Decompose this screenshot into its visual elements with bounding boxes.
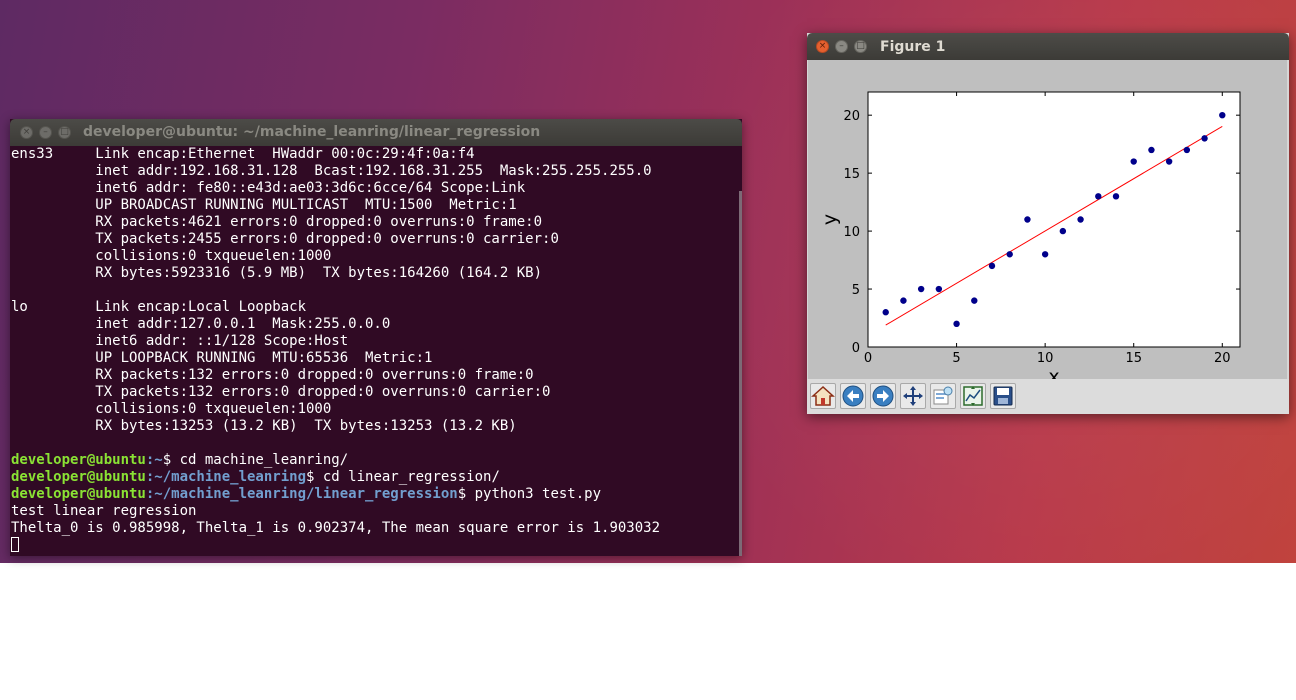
x-tick-label: 20: [1214, 351, 1231, 366]
minimize-icon[interactable]: –: [39, 126, 52, 139]
prompt-path: :~: [145, 452, 163, 468]
prompt-command: $ python3 test.py: [457, 486, 602, 502]
terminal-line: inet addr:127.0.0.1 Mask:255.0.0.0: [11, 316, 391, 332]
zoom-button[interactable]: [930, 383, 956, 409]
close-icon[interactable]: ×: [816, 40, 829, 53]
plot-canvas[interactable]: 0 5 10 15 20 0 5 10 15 20 y x: [808, 60, 1287, 379]
prompt-line: developer@ubuntu:~$ cd machine_leanring/: [11, 452, 348, 469]
prompt-path: :~/machine_leanring: [145, 469, 307, 485]
y-tick-label: 0: [852, 341, 860, 356]
data-point: [1183, 146, 1191, 154]
figure-window[interactable]: × – □ Figure 1 0 5 10 15 20 0 5 10 15 20 y x: [807, 33, 1289, 414]
terminal-line: RX packets:4621 errors:0 dropped:0 overr…: [11, 214, 543, 230]
x-tick-label: 10: [1037, 351, 1054, 366]
prompt-user: developer@ubuntu: [11, 469, 146, 485]
prompt-command: $ cd machine_leanring/: [162, 452, 349, 468]
data-point: [1006, 251, 1013, 258]
terminal-line: RX bytes:13253 (13.2 KB) TX bytes:13253 …: [11, 418, 517, 434]
prompt-line: developer@ubuntu:~/machine_leanring/line…: [11, 486, 601, 503]
data-point: [900, 297, 907, 304]
terminal-output[interactable]: ens33 Link encap:Ethernet HWaddr 00:0c:2…: [10, 146, 742, 556]
terminal-line: TX packets:2455 errors:0 dropped:0 overr…: [11, 231, 559, 247]
terminal-line: inet6 addr: fe80::e43d:ae03:3d6c:6cce/64…: [11, 180, 526, 196]
figure-toolbar: [807, 379, 1289, 414]
data-point: [1165, 158, 1173, 165]
data-point: [1059, 227, 1067, 235]
y-tick-label: 15: [843, 167, 860, 182]
terminal-line: RX bytes:5923316 (5.9 MB) TX bytes:16426…: [11, 265, 543, 281]
y-tick-label: 5: [852, 283, 860, 298]
home-icon: [811, 385, 835, 406]
close-icon[interactable]: ×: [20, 126, 33, 139]
terminal-title: developer@ubuntu: ~/machine_leanring/lin…: [83, 124, 541, 140]
terminal-line: inet addr:192.168.31.128 Bcast:192.168.3…: [11, 163, 652, 179]
x-tick-label: 5: [952, 351, 960, 366]
back-button[interactable]: [840, 383, 866, 409]
subplots-button[interactable]: [960, 383, 986, 409]
home-button[interactable]: [810, 383, 836, 409]
terminal-line: lo Link encap:Local Loopback: [11, 299, 323, 315]
terminal-scrollbar[interactable]: [739, 191, 742, 556]
scatter-plot: 0 5 10 15 20 0 5 10 15 20 y x: [819, 91, 1241, 379]
terminal-line: collisions:0 txqueuelen:1000: [11, 248, 340, 264]
data-point: [1077, 216, 1084, 223]
terminal-line: inet6 addr: ::1/128 Scope:Host: [11, 333, 349, 349]
forward-button[interactable]: [870, 383, 896, 409]
x-tick-label: 15: [1125, 351, 1142, 366]
input-line: [11, 537, 19, 554]
subplots-icon: [963, 386, 983, 406]
zoom-icon: [933, 386, 953, 405]
terminal-line: UP LOOPBACK RUNNING MTU:65536 Metric:1: [11, 350, 433, 366]
y-tick-label: 10: [843, 225, 860, 240]
terminal-line: TX packets:132 errors:0 dropped:0 overru…: [11, 384, 551, 400]
terminal-line: RX packets:132 errors:0 dropped:0 overru…: [11, 367, 534, 383]
data-point: [1112, 193, 1120, 200]
terminal-line: UP BROADCAST RUNNING MULTICAST MTU:1500 …: [11, 197, 517, 213]
data-point: [1130, 158, 1137, 165]
x-tick-label: 0: [864, 351, 872, 366]
data-point: [1024, 216, 1031, 223]
x-axis-label: x: [1048, 366, 1059, 379]
maximize-icon[interactable]: □: [58, 126, 71, 139]
back-arrow-icon: [842, 385, 864, 407]
data-point: [1219, 111, 1226, 119]
y-axis-label: y: [819, 214, 841, 225]
pan-button[interactable]: [900, 383, 926, 409]
data-point: [1041, 251, 1049, 258]
data-point: [1201, 135, 1208, 142]
minimize-icon[interactable]: –: [835, 40, 848, 53]
forward-arrow-icon: [872, 385, 894, 407]
plot-area: [867, 91, 1241, 348]
save-icon: [993, 386, 1013, 406]
prompt-line: developer@ubuntu:~/machine_leanring$ cd …: [11, 469, 500, 486]
terminal-titlebar[interactable]: × – □ developer@ubuntu: ~/machine_leanri…: [10, 119, 742, 146]
text-cursor[interactable]: [11, 537, 19, 552]
maximize-icon[interactable]: □: [854, 40, 867, 53]
terminal-window[interactable]: × – □ developer@ubuntu: ~/machine_leanri…: [10, 119, 742, 556]
data-point: [971, 297, 978, 304]
y-tick-label: 20: [843, 109, 860, 124]
prompt-user: developer@ubuntu: [11, 452, 146, 468]
data-point: [953, 320, 960, 328]
data-point: [882, 309, 889, 316]
program-output: Theltа_0 is 0.985998, Thelta_1 is 0.9023…: [11, 520, 661, 536]
save-button[interactable]: [990, 383, 1016, 409]
prompt-user: developer@ubuntu: [11, 486, 146, 502]
prompt-command: $ cd linear_regression/: [306, 469, 500, 485]
figure-titlebar[interactable]: × – □ Figure 1: [807, 33, 1289, 60]
prompt-path: :~/machine_leanring/linear_regression: [145, 486, 458, 502]
data-point: [917, 285, 925, 293]
figure-title: Figure 1: [880, 39, 946, 55]
data-point: [988, 262, 996, 270]
terminal-line: collisions:0 txqueuelen:1000: [11, 401, 340, 417]
data-point: [1148, 146, 1155, 154]
data-point: [1095, 193, 1102, 200]
program-output: test linear regression: [11, 503, 197, 519]
pan-icon: [903, 386, 923, 406]
terminal-line: ens33 Link encap:Ethernet HWaddr 00:0c:2…: [11, 146, 492, 162]
data-point: [935, 285, 943, 293]
